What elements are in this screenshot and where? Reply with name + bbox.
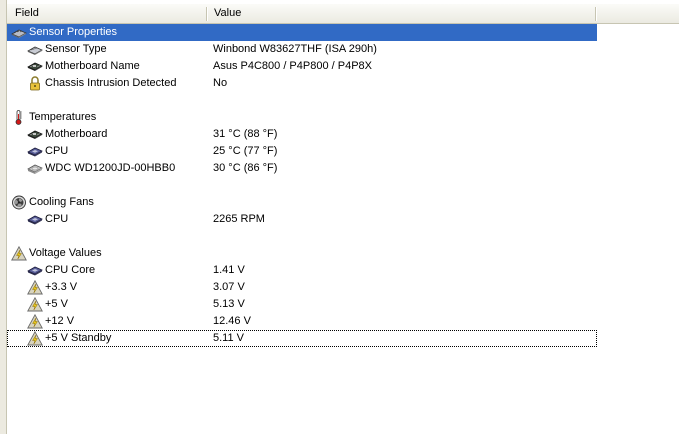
field-value: 30 °C (86 °F) <box>213 162 278 174</box>
voltage-warning-icon <box>27 279 43 295</box>
list-item[interactable]: CPU 25 °C (77 °F) <box>7 143 597 160</box>
field-label: Motherboard <box>45 128 108 140</box>
field-value: 3.07 V <box>213 281 245 293</box>
field-label: CPU <box>45 213 69 225</box>
column-header-field[interactable]: Field <box>7 4 206 23</box>
voltage-warning-icon <box>27 296 43 312</box>
list-item[interactable]: +5 V Standby 5.11 V <box>7 330 597 347</box>
field-value: 25 °C (77 °F) <box>213 145 278 157</box>
field-label: Chassis Intrusion Detected <box>45 77 177 89</box>
group-row[interactable]: Cooling Fans <box>7 194 597 211</box>
sensor-chip-icon <box>11 25 27 40</box>
field-label: +3.3 V <box>45 281 78 293</box>
cpu-icon <box>27 263 43 278</box>
list-item[interactable]: WDC WD1200JD-00HBB0 30 °C (86 °F) <box>7 160 597 177</box>
field-label: +5 V Standby <box>45 332 112 344</box>
chip-icon <box>27 42 43 57</box>
field-label: CPU Core <box>45 264 96 276</box>
fan-icon <box>11 195 27 210</box>
list-item[interactable]: CPU Core 1.41 V <box>7 262 597 279</box>
cpu-icon <box>27 212 43 227</box>
list-item[interactable]: CPU 2265 RPM <box>7 211 597 228</box>
field-label: Sensor Type <box>45 43 107 55</box>
field-value: Asus P4C800 / P4P800 / P4P8X <box>213 60 372 72</box>
sensor-list-view[interactable]: Field Value Sensor Properties Sensor Type… <box>0 0 679 434</box>
field-value: 5.13 V <box>213 298 245 310</box>
column-header-value[interactable]: Value <box>206 4 595 23</box>
list-item[interactable]: Chassis Intrusion Detected No <box>7 75 597 92</box>
field-value: 5.11 V <box>213 332 244 344</box>
field-value: Winbond W83627THF (ISA 290h) <box>213 43 377 55</box>
group-label: Temperatures <box>29 111 97 123</box>
list-item[interactable]: Sensor Type Winbond W83627THF (ISA 290h) <box>7 41 597 58</box>
field-label: +5 V <box>45 298 68 310</box>
list-item[interactable]: +12 V 12.46 V <box>7 313 597 330</box>
group-label: Cooling Fans <box>29 196 94 208</box>
padlock-icon <box>27 76 43 91</box>
field-value: 31 °C (88 °F) <box>213 128 278 140</box>
list-left-border <box>0 0 7 434</box>
voltage-warning-icon <box>27 330 43 346</box>
group-label: Voltage Values <box>29 247 102 259</box>
column-separator[interactable] <box>595 7 596 21</box>
list-item[interactable]: Motherboard 31 °C (88 °F) <box>7 126 597 143</box>
voltage-warning-icon <box>27 313 43 329</box>
group-row[interactable]: Voltage Values <box>7 245 597 262</box>
list-header: Field Value <box>7 4 679 24</box>
thermometer-icon <box>11 110 27 125</box>
field-value: No <box>213 77 228 89</box>
motherboard-icon <box>27 127 43 142</box>
field-label: WDC WD1200JD-00HBB0 <box>45 162 176 174</box>
cpu-icon <box>27 144 43 159</box>
field-label: +12 V <box>45 315 75 327</box>
hard-disk-icon <box>27 161 43 176</box>
voltage-warning-icon <box>11 245 27 261</box>
field-label: CPU <box>45 145 69 157</box>
group-row[interactable]: Temperatures <box>7 109 597 126</box>
list-item[interactable]: Motherboard Name Asus P4C800 / P4P800 / P… <box>7 58 597 75</box>
field-value: 1.41 V <box>213 264 245 276</box>
field-value: 12.46 V <box>213 315 251 327</box>
group-label: Sensor Properties <box>29 24 118 41</box>
field-label: Motherboard Name <box>45 60 140 72</box>
field-value: 2265 RPM <box>213 213 265 225</box>
list-item[interactable]: +5 V 5.13 V <box>7 296 597 313</box>
motherboard-icon <box>27 59 43 74</box>
list-item[interactable]: +3.3 V 3.07 V <box>7 279 597 296</box>
group-row[interactable]: Sensor Properties <box>7 24 597 41</box>
